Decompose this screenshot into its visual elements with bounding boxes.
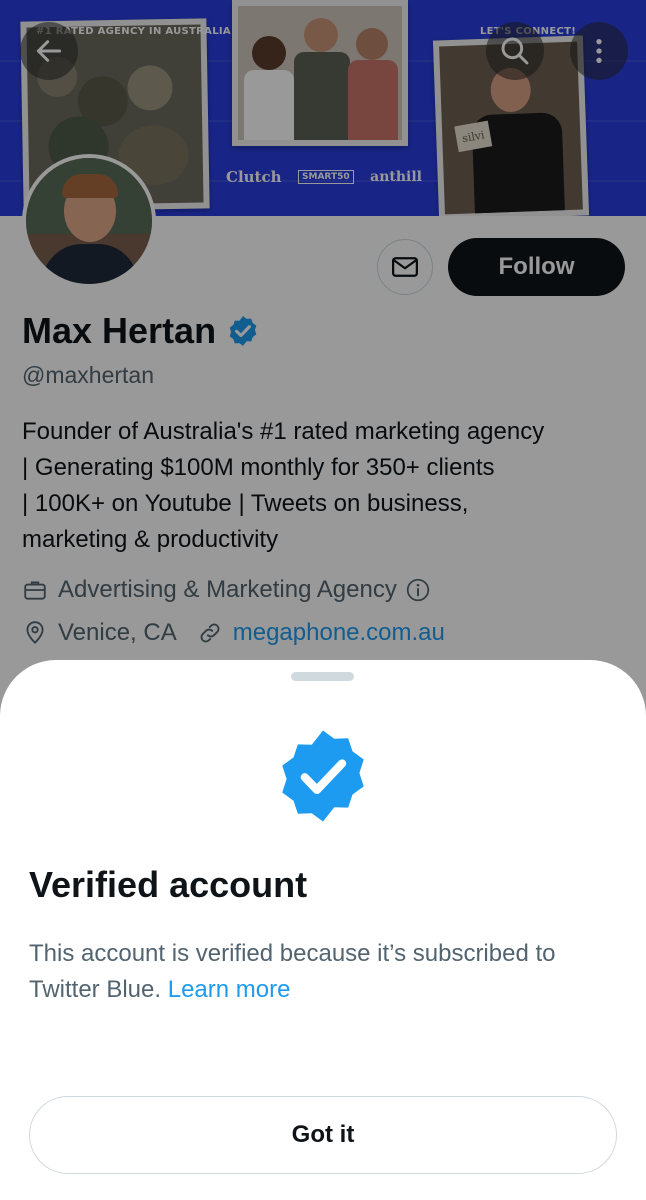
- got-it-button[interactable]: Got it: [29, 1096, 617, 1174]
- verified-badge-icon: [282, 730, 364, 822]
- verified-bottom-sheet: Verified account This account is verifie…: [0, 660, 646, 1200]
- learn-more-link[interactable]: Learn more: [168, 976, 291, 1003]
- sheet-drag-handle[interactable]: [291, 672, 354, 681]
- sheet-description: This account is verified because it’s su…: [29, 936, 619, 1008]
- sheet-title: Verified account: [29, 864, 308, 905]
- sheet-text: This account is verified because it’s su…: [29, 940, 556, 1003]
